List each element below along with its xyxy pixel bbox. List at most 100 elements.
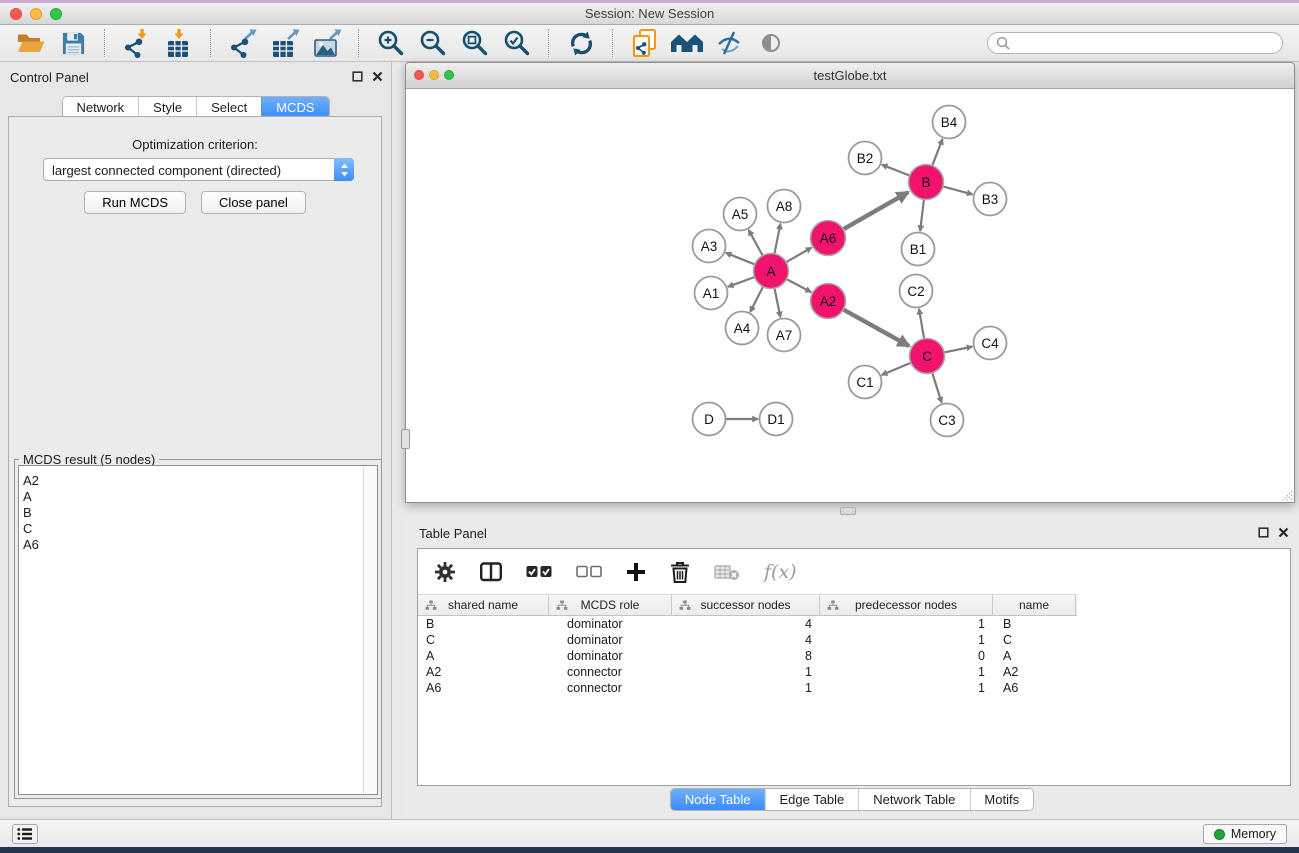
table-cell[interactable]: A2 [993, 665, 1076, 679]
graph-edge-B-B4[interactable] [932, 139, 942, 166]
graph-edge-A-A5[interactable] [749, 230, 763, 256]
export-image-button[interactable] [309, 27, 345, 59]
table-cell[interactable]: A6 [418, 681, 549, 695]
clone-network-button[interactable] [627, 27, 663, 59]
graph-edge-B-B3[interactable] [943, 186, 973, 194]
panel-splitter-handle[interactable] [401, 429, 410, 449]
create-column-button[interactable] [626, 562, 646, 582]
toggle-graphics-details-button[interactable] [711, 27, 747, 59]
graph-edge-A-A3[interactable] [726, 253, 755, 265]
table-cell[interactable]: C [418, 633, 549, 647]
table-cell[interactable]: B [418, 617, 549, 631]
zoom-in-button[interactable] [373, 27, 409, 59]
table-cell[interactable]: 1 [820, 665, 993, 679]
table-settings-gear-button[interactable] [434, 561, 456, 583]
table-row[interactable]: Cdominator41C [418, 632, 1290, 648]
float-table-panel-button[interactable] [1258, 527, 1269, 538]
table-cell[interactable]: A [993, 649, 1076, 663]
table-row[interactable]: A2connector11A2 [418, 664, 1290, 680]
criterion-dropdown[interactable]: largest connected component (directed) [43, 158, 354, 181]
zoom-fit-button[interactable] [457, 27, 493, 59]
network-canvas[interactable]: B4B2BB3A5A8A6A3B1AA1C2A2A4A7C4CC1C3DD1 [406, 89, 1294, 502]
column-header-mcds-role[interactable]: MCDS role [549, 595, 672, 615]
table-cell[interactable]: connector [549, 681, 672, 695]
network-overview-button[interactable] [669, 27, 705, 59]
close-window-button[interactable] [10, 8, 22, 20]
table-cell[interactable]: dominator [549, 649, 672, 663]
table-tab-node-table[interactable]: Node Table [671, 789, 765, 810]
table-cell[interactable]: A [418, 649, 549, 663]
graph-edge-C-C4[interactable] [944, 347, 972, 353]
table-cell[interactable]: 1 [672, 681, 820, 695]
column-header-name[interactable]: name [993, 595, 1076, 615]
mcds-result-item[interactable]: B [23, 505, 377, 521]
table-cell[interactable]: 1 [820, 681, 993, 695]
graph-edge-C-C1[interactable] [882, 363, 911, 375]
select-all-columns-button[interactable] [526, 565, 552, 578]
mcds-result-item[interactable]: A2 [23, 473, 377, 489]
table-cell[interactable]: 4 [672, 617, 820, 631]
table-cell[interactable]: B [993, 617, 1076, 631]
mcds-result-item[interactable]: A [23, 489, 377, 505]
delete-row-trash-button[interactable] [670, 561, 690, 583]
network-maximize-button[interactable] [444, 70, 454, 80]
graph-edge-B-B1[interactable] [920, 199, 924, 231]
tab-style[interactable]: Style [138, 97, 196, 118]
zoom-out-button[interactable] [415, 27, 451, 59]
mcds-result-item[interactable]: C [23, 521, 377, 537]
column-header-predecessor-nodes[interactable]: predecessor nodes [820, 595, 993, 615]
deselect-all-columns-button[interactable] [576, 565, 602, 578]
dropdown-stepper[interactable] [334, 158, 354, 181]
import-table-button[interactable] [161, 27, 197, 59]
graph-edge-A-A4[interactable] [750, 287, 763, 312]
graph-edge-A-A1[interactable] [728, 277, 755, 287]
table-cell[interactable]: C [993, 633, 1076, 647]
search-input[interactable] [1015, 35, 1282, 52]
mcds-result-item[interactable]: A6 [23, 537, 377, 553]
resize-grip-icon[interactable] [1279, 487, 1293, 501]
graph-edge-A-A6[interactable] [786, 248, 811, 263]
close-panel-button-mcds[interactable]: Close panel [201, 191, 306, 214]
export-table-button[interactable] [267, 27, 303, 59]
run-mcds-button[interactable]: Run MCDS [84, 191, 186, 214]
table-cell[interactable]: 8 [672, 649, 820, 663]
result-scrollbar[interactable] [363, 466, 377, 794]
tab-network[interactable]: Network [62, 97, 138, 118]
graph-edge-A-A8[interactable] [774, 224, 780, 254]
table-row[interactable]: Bdominator41B [418, 616, 1290, 632]
column-header-successor-nodes[interactable]: successor nodes [672, 595, 820, 615]
table-tab-motifs[interactable]: Motifs [969, 789, 1033, 810]
table-cell[interactable]: 1 [672, 665, 820, 679]
show-hide-button[interactable] [753, 27, 789, 59]
graph-edge-A-A2[interactable] [786, 279, 811, 292]
export-network-button[interactable] [225, 27, 261, 59]
table-cell[interactable]: 0 [820, 649, 993, 663]
graph-edge-B-B2[interactable] [882, 165, 910, 176]
import-network-button[interactable] [119, 27, 155, 59]
table-cell[interactable]: A6 [993, 681, 1076, 695]
graph-edge-A2-C[interactable] [843, 309, 909, 346]
tab-select[interactable]: Select [196, 97, 261, 118]
show-columns-button[interactable] [480, 562, 502, 582]
network-graph[interactable]: B4B2BB3A5A8A6A3B1AA1C2A2A4A7C4CC1C3DD1 [406, 89, 1294, 502]
table-cell[interactable]: 4 [672, 633, 820, 647]
show-panels-menu-button[interactable] [12, 824, 38, 844]
table-cell[interactable]: 1 [820, 617, 993, 631]
save-session-button[interactable] [55, 27, 91, 59]
horizontal-splitter-handle[interactable] [840, 507, 856, 515]
column-header-shared-name[interactable]: shared name [418, 595, 549, 615]
refresh-layout-button[interactable] [563, 27, 599, 59]
table-cell[interactable]: dominator [549, 633, 672, 647]
table-tab-network-table[interactable]: Network Table [858, 789, 969, 810]
graph-edge-A6-B[interactable] [843, 192, 908, 229]
table-row[interactable]: Adominator80A [418, 648, 1290, 664]
tab-mcds[interactable]: MCDS [261, 97, 328, 118]
graph-edge-C-C2[interactable] [919, 309, 924, 339]
search-field[interactable] [987, 32, 1283, 54]
close-panel-button[interactable] [372, 71, 383, 82]
open-file-button[interactable] [13, 27, 49, 59]
table-cell[interactable]: connector [549, 665, 672, 679]
close-table-panel-button[interactable] [1278, 527, 1289, 538]
maximize-window-button[interactable] [50, 8, 62, 20]
table-cell[interactable]: A2 [418, 665, 549, 679]
